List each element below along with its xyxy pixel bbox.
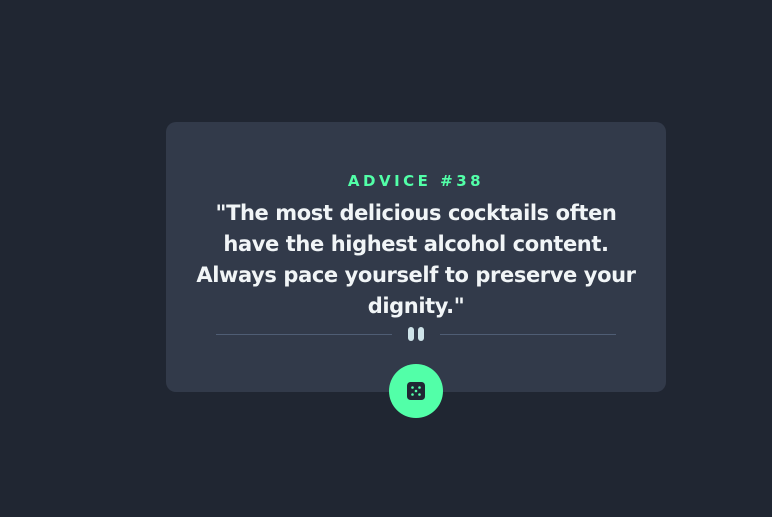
new-advice-button[interactable] <box>389 364 443 418</box>
divider-line-right <box>440 333 616 335</box>
dice-icon <box>407 382 425 400</box>
divider <box>216 326 616 342</box>
advice-card: ADVICE #38 "The most delicious cocktails… <box>166 122 666 392</box>
advice-quote: "The most delicious cocktails often have… <box>196 201 636 318</box>
pause-bar-left <box>408 327 414 341</box>
pause-bar-right <box>418 327 424 341</box>
advice-id: ADVICE #38 <box>347 172 485 190</box>
pause-icon <box>406 327 426 341</box>
divider-line-left <box>216 333 392 335</box>
